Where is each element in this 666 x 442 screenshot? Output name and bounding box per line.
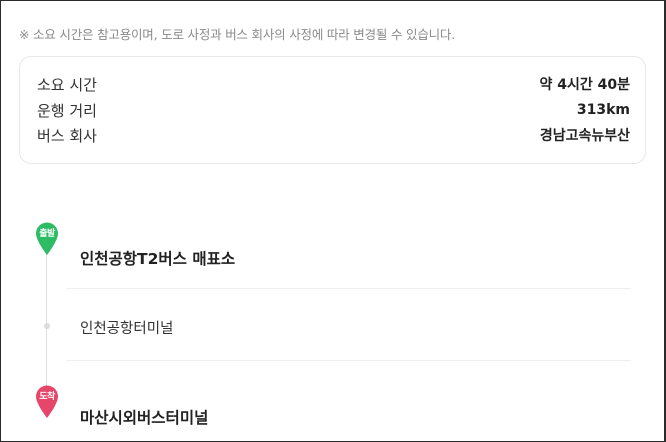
- company-value: 경남고속뉴부산: [539, 128, 630, 144]
- arrival-stop-name: 마산시외버스터미널: [80, 409, 209, 427]
- distance-value: 313km: [576, 102, 630, 118]
- duration-label: 소요 시간: [37, 75, 97, 94]
- arrival-pin-icon: 도착: [35, 385, 59, 419]
- departure-stop-name: 인천공항T2버스 매표소: [80, 250, 236, 268]
- route-line: [46, 250, 47, 390]
- notice-text: ※ 소요 시간은 참고용이며, 도로 사정과 버스 회사의 사정에 따라 변경될…: [19, 27, 456, 42]
- divider: [66, 360, 631, 361]
- departure-pin-icon: 출발: [35, 222, 59, 256]
- summary-row-company: 버스 회사 경남고속뉴부산: [37, 122, 630, 148]
- via-dot-icon: [44, 323, 50, 329]
- summary-row-duration: 소요 시간 약 4시간 40분: [37, 71, 630, 97]
- summary-row-distance: 운행 거리 313km: [37, 97, 630, 123]
- company-label: 버스 회사: [37, 126, 97, 145]
- via-stop-name: 인천공항터미널: [80, 321, 174, 337]
- distance-label: 운행 거리: [37, 101, 97, 120]
- arrival-badge: 도착: [39, 392, 55, 402]
- departure-badge: 출발: [39, 229, 55, 239]
- duration-value: 약 4시간 40분: [539, 77, 631, 93]
- divider: [66, 288, 631, 289]
- trip-summary-card: 소요 시간 약 4시간 40분 운행 거리 313km 버스 회사 경남고속뉴부…: [19, 56, 646, 164]
